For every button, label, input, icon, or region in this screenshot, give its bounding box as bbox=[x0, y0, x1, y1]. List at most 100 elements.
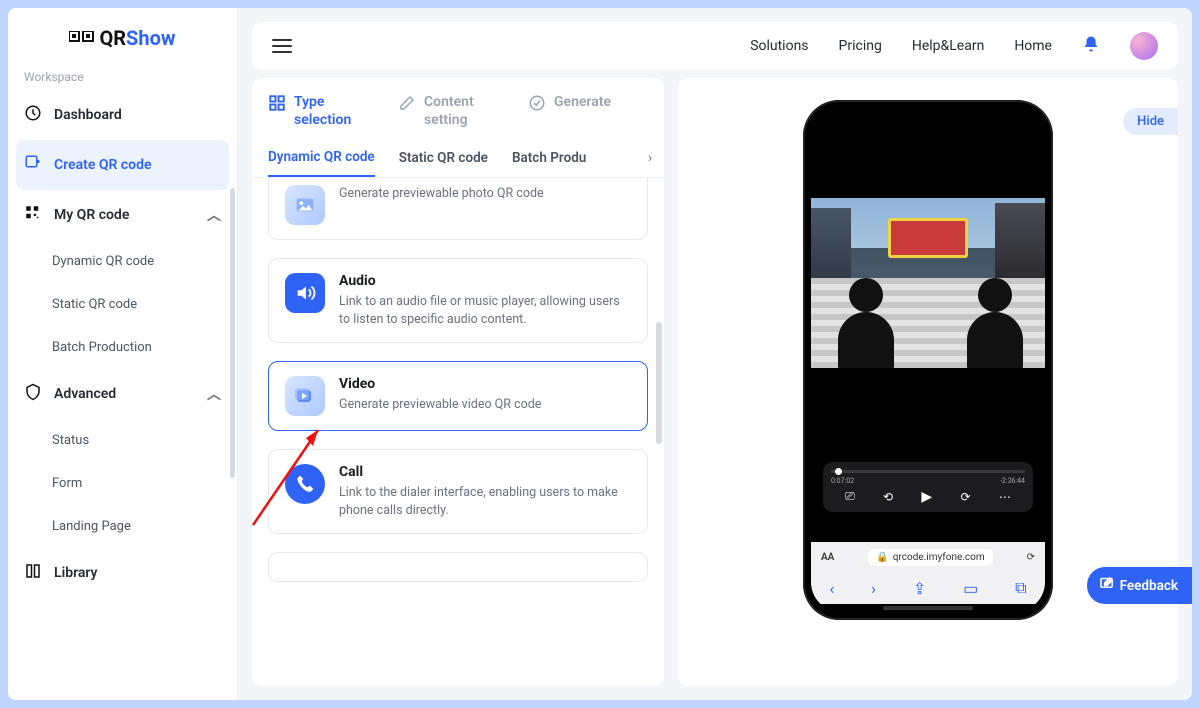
check-circle-icon bbox=[528, 94, 546, 112]
chevron-right-icon: › bbox=[648, 150, 652, 166]
play-icon[interactable]: ▶ bbox=[921, 489, 932, 505]
sidebar-item-label: Create QR code bbox=[54, 157, 152, 173]
sidebar-item-advanced[interactable]: Advanced ︿ bbox=[8, 369, 237, 419]
card-desc: Generate previewable video QR code bbox=[339, 396, 541, 414]
sidebar-item-my-qr[interactable]: My QR code ︿ bbox=[8, 190, 237, 240]
grid-icon bbox=[268, 94, 286, 112]
center-panel: Type selection Content setting Generate … bbox=[252, 78, 664, 686]
qr-type-tabs: Dynamic QR code Static QR code Batch Pro… bbox=[252, 139, 664, 178]
more-icon[interactable]: ⋯ bbox=[999, 490, 1011, 504]
reload-icon[interactable]: ⟳ bbox=[1027, 552, 1035, 563]
nav-solutions[interactable]: Solutions bbox=[750, 38, 808, 54]
step-type-selection[interactable]: Type selection bbox=[268, 94, 374, 129]
video-controls[interactable]: 0:07:02 -2:36:44 ⎚ ⟲ ▶ ⟳ ⋯ bbox=[823, 462, 1033, 512]
top-nav: Solutions Pricing Help&Learn Home bbox=[750, 32, 1158, 60]
card-photo[interactable]: Generate previewable photo QR code bbox=[268, 178, 648, 240]
call-icon bbox=[285, 464, 325, 504]
nav-pricing[interactable]: Pricing bbox=[839, 38, 882, 54]
feedback-icon bbox=[1099, 576, 1114, 595]
sidebar-item-label: My QR code bbox=[54, 207, 129, 223]
sidebar-scroll[interactable]: Workspace Dashboard Create QR code My QR… bbox=[8, 62, 237, 700]
create-icon bbox=[24, 154, 42, 176]
tabs-scroll-right[interactable]: › bbox=[636, 139, 664, 177]
scrollbar[interactable] bbox=[230, 188, 235, 478]
topbar: Solutions Pricing Help&Learn Home bbox=[252, 22, 1178, 70]
step-generate[interactable]: Generate bbox=[528, 94, 611, 129]
share-icon[interactable]: ⇪ bbox=[913, 579, 926, 598]
sidebar-item-label: Library bbox=[54, 565, 98, 581]
tab-static[interactable]: Static QR code bbox=[399, 140, 488, 176]
phone-screen: 0:07:02 -2:36:44 ⎚ ⟲ ▶ ⟳ ⋯ bbox=[811, 108, 1045, 612]
sidebar-sub-status[interactable]: Status bbox=[8, 419, 237, 462]
sidebar: QRShow Workspace Dashboard Create QR cod… bbox=[8, 8, 238, 700]
sidebar-item-dashboard[interactable]: Dashboard bbox=[8, 90, 237, 140]
audio-icon bbox=[285, 273, 325, 313]
card-audio[interactable]: Audio Link to an audio file or music pla… bbox=[268, 258, 648, 343]
video-icon bbox=[285, 376, 325, 416]
nav-help[interactable]: Help&Learn bbox=[912, 38, 984, 54]
rewind-icon[interactable]: ⟲ bbox=[883, 490, 893, 504]
tabs-icon[interactable]: ⧉ bbox=[1015, 578, 1026, 598]
video-frame bbox=[811, 198, 1045, 368]
sidebar-item-library[interactable]: Library bbox=[8, 548, 237, 598]
edit-icon bbox=[398, 94, 416, 112]
sidebar-sub-landing[interactable]: Landing Page bbox=[8, 505, 237, 548]
address-box[interactable]: 🔒 qrcode.imyfone.com bbox=[868, 549, 992, 566]
tab-batch[interactable]: Batch Produ bbox=[512, 140, 586, 176]
sidebar-sub-static[interactable]: Static QR code bbox=[8, 283, 237, 326]
hamburger-icon[interactable] bbox=[272, 39, 292, 53]
wizard-steps: Type selection Content setting Generate bbox=[252, 78, 664, 139]
forward-nav-icon[interactable]: › bbox=[871, 579, 876, 598]
library-icon bbox=[24, 562, 42, 584]
main: Solutions Pricing Help&Learn Home Type s… bbox=[238, 8, 1192, 700]
photo-icon bbox=[285, 185, 325, 225]
step-content-setting[interactable]: Content setting bbox=[398, 94, 504, 129]
qr-type-list[interactable]: Generate previewable photo QR code Audio… bbox=[252, 178, 664, 686]
center-scrollbar[interactable] bbox=[656, 322, 662, 444]
sidebar-item-create-qr[interactable]: Create QR code bbox=[16, 140, 229, 190]
sidebar-sub-form[interactable]: Form bbox=[8, 462, 237, 505]
sidebar-item-label: Advanced bbox=[54, 386, 116, 402]
airplay-icon[interactable]: ⎚ bbox=[845, 489, 855, 504]
progress-bar[interactable] bbox=[831, 470, 1025, 473]
card-title: Audio bbox=[339, 273, 631, 289]
card-title: Video bbox=[339, 376, 541, 392]
card-desc: Generate previewable photo QR code bbox=[339, 185, 544, 203]
sidebar-sub-dynamic[interactable]: Dynamic QR code bbox=[8, 240, 237, 283]
card-video[interactable]: Video Generate previewable video QR code bbox=[268, 361, 648, 431]
myqr-icon bbox=[24, 204, 42, 226]
chevron-up-icon: ︿ bbox=[207, 384, 221, 404]
card-call[interactable]: Call Link to the dialer interface, enabl… bbox=[268, 449, 648, 534]
card-desc: Link to an audio file or music player, a… bbox=[339, 293, 631, 328]
sidebar-section-label: Workspace bbox=[8, 62, 237, 90]
browser-toolbar: ‹ › ⇪ ▭ ⧉ bbox=[811, 572, 1045, 604]
back-icon[interactable]: ‹ bbox=[829, 579, 834, 598]
chevron-up-icon: ︿ bbox=[207, 205, 221, 225]
time-elapsed: 0:07:02 bbox=[831, 477, 854, 485]
phone-mockup: 0:07:02 -2:36:44 ⎚ ⟲ ▶ ⟳ ⋯ bbox=[803, 100, 1053, 620]
card-more[interactable] bbox=[268, 552, 648, 582]
advanced-icon bbox=[24, 383, 42, 405]
aa-icon[interactable]: AA bbox=[821, 552, 834, 563]
sidebar-item-label: Dashboard bbox=[54, 107, 122, 123]
feedback-button[interactable]: Feedback bbox=[1087, 567, 1192, 604]
url-text: qrcode.imyfone.com bbox=[893, 552, 985, 563]
hide-preview-button[interactable]: Hide bbox=[1123, 108, 1178, 135]
card-desc: Link to the dialer interface, enabling u… bbox=[339, 484, 631, 519]
home-indicator bbox=[883, 606, 973, 610]
card-title: Call bbox=[339, 464, 631, 480]
dashboard-icon bbox=[24, 104, 42, 126]
phone-notch bbox=[873, 108, 983, 128]
avatar[interactable] bbox=[1130, 32, 1158, 60]
qr-logo-icon bbox=[69, 28, 95, 52]
brand-logo: QRShow bbox=[8, 8, 237, 62]
forward-icon[interactable]: ⟳ bbox=[960, 490, 970, 504]
bell-icon[interactable] bbox=[1082, 34, 1100, 58]
browser-address-bar: AA 🔒 qrcode.imyfone.com ⟳ bbox=[811, 542, 1045, 572]
bookmarks-icon[interactable]: ▭ bbox=[963, 579, 978, 598]
time-remaining: -2:36:44 bbox=[1000, 477, 1025, 485]
tab-dynamic[interactable]: Dynamic QR code bbox=[268, 139, 375, 177]
sidebar-sub-batch[interactable]: Batch Production bbox=[8, 326, 237, 369]
nav-home[interactable]: Home bbox=[1014, 38, 1052, 54]
lock-icon: 🔒 bbox=[876, 552, 888, 563]
